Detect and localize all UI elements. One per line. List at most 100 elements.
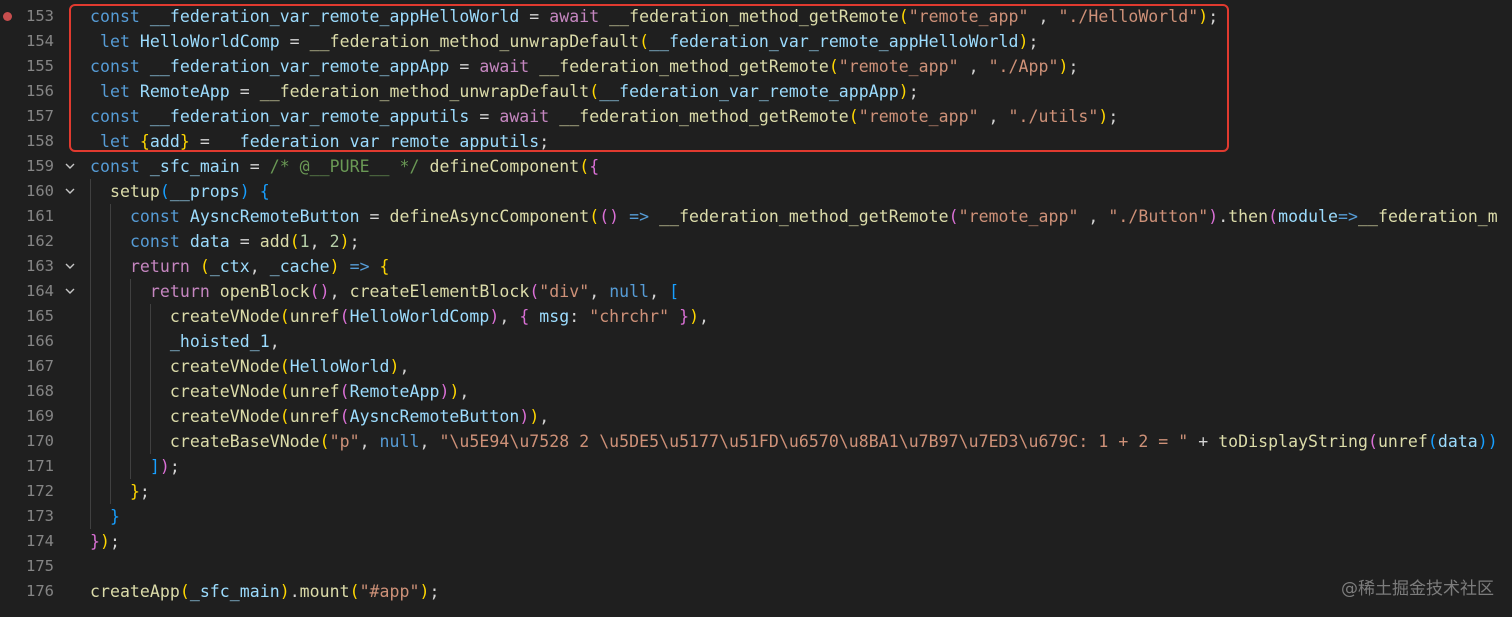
code-token: RemoteApp — [139, 82, 230, 101]
line-number: 173 — [26, 507, 54, 525]
code-line[interactable]: 168 createVNode(unref(RemoteApp)), — [0, 379, 1512, 404]
code-token: ) — [159, 457, 170, 476]
code-token: "./Button" — [1108, 207, 1209, 226]
chevron-down-icon[interactable] — [64, 185, 76, 197]
code-text: const AysncRemoteButton = defineAsyncCom… — [90, 204, 1498, 229]
code-token: ) — [689, 307, 700, 326]
code-token: ( — [319, 432, 330, 451]
line-number: 154 — [26, 32, 54, 50]
code-line[interactable]: 175 — [0, 554, 1512, 579]
code-token: openBlock — [219, 282, 310, 301]
code-line[interactable]: 171 ]); — [0, 454, 1512, 479]
code-token: return — [149, 282, 220, 301]
code-text: let HelloWorldComp = __federation_method… — [90, 29, 1038, 54]
code-token: { — [139, 132, 150, 151]
line-number: 163 — [26, 257, 54, 275]
code-token: ( — [848, 107, 859, 126]
code-token: + — [1188, 432, 1219, 451]
code-line[interactable]: 169 createVNode(unref(AysncRemoteButton)… — [0, 404, 1512, 429]
code-token: , — [269, 332, 280, 351]
code-token: AysncRemoteButton — [189, 207, 360, 226]
code-line[interactable]: 174}); — [0, 529, 1512, 554]
code-token: ) — [389, 357, 400, 376]
code-line[interactable]: 166 _hoisted_1, — [0, 329, 1512, 354]
code-line[interactable]: 164 return openBlock(), createElementBlo… — [0, 279, 1512, 304]
code-line[interactable]: 173 } — [0, 504, 1512, 529]
line-number: 169 — [26, 407, 54, 425]
line-number: 161 — [26, 207, 54, 225]
code-token: null — [379, 432, 420, 451]
indent-guide — [130, 279, 131, 479]
chevron-down-icon[interactable] — [64, 285, 76, 297]
breakpoint-icon[interactable] — [3, 12, 12, 21]
code-token: ) — [529, 407, 540, 426]
code-token: "./HelloWorld" — [1058, 7, 1199, 26]
code-line[interactable]: 167 createVNode(HelloWorld), — [0, 354, 1512, 379]
line-number: 164 — [26, 282, 54, 300]
code-token: defineAsyncComponent — [389, 207, 590, 226]
code-token: ( — [529, 282, 540, 301]
code-token: ( — [199, 257, 210, 276]
chevron-down-icon[interactable] — [64, 260, 76, 272]
code-token: __federation_method_getRemote — [609, 7, 899, 26]
code-line[interactable]: 161 const AysncRemoteButton = defineAsyn… — [0, 204, 1512, 229]
code-token: "./utils" — [1008, 107, 1099, 126]
code-token: defineComponent — [429, 157, 580, 176]
code-text: return (_ctx, _cache) => { — [90, 254, 390, 279]
code-line[interactable]: 155 const __federation_var_remote_appApp … — [0, 54, 1512, 79]
code-line[interactable]: 176 createApp(_sfc_main).mount("#app"); — [0, 579, 1512, 604]
code-line[interactable]: 162 const data = add(1, 2); — [0, 229, 1512, 254]
code-token: /* @__PURE__ */ — [269, 157, 420, 176]
code-token: createApp — [90, 582, 180, 601]
code-token: let — [99, 132, 140, 151]
code-token: let — [99, 82, 140, 101]
code-token: ; — [908, 82, 919, 101]
code-token: createBaseVNode — [169, 432, 320, 451]
code-token: } — [179, 132, 190, 151]
code-token: await — [479, 57, 540, 76]
code-text: _hoisted_1, — [90, 329, 280, 354]
code-line[interactable]: 160 setup(__props) { — [0, 179, 1512, 204]
code-token: HelloWorldComp — [139, 32, 280, 51]
code-token: = — [189, 132, 220, 151]
code-token: = — [519, 7, 550, 26]
code-token: const — [90, 7, 150, 26]
code-line[interactable]: 153 const __federation_var_remote_appHell… — [0, 4, 1512, 29]
code-editor[interactable]: 153 const __federation_var_remote_appHell… — [0, 0, 1512, 617]
code-line[interactable]: 172 }; — [0, 479, 1512, 504]
code-line[interactable]: 170 createBaseVNode("p", null, "\u5E94\u… — [0, 429, 1512, 454]
code-token: __federation_var_remote_appHelloWorld — [649, 32, 1019, 51]
code-token: 2 — [329, 232, 340, 251]
code-token: ) — [1098, 107, 1109, 126]
code-token: then — [1228, 207, 1269, 226]
code-text: setup(__props) { — [90, 179, 270, 204]
code-token: ; — [539, 132, 550, 151]
code-token: = — [469, 107, 500, 126]
code-token: = — [229, 232, 260, 251]
code-token: , — [499, 307, 520, 326]
code-token: } — [90, 532, 100, 551]
code-line[interactable]: 159 const _sfc_main = /* @__PURE__ */ def… — [0, 154, 1512, 179]
line-number: 176 — [26, 582, 54, 600]
code-line[interactable]: 156 let RemoteApp = __federation_method_… — [0, 79, 1512, 104]
code-token: __federation_method_getRemote — [659, 207, 949, 226]
line-number: 157 — [26, 107, 54, 125]
code-token: __federation_method_unwrapDefault — [259, 82, 590, 101]
code-line[interactable]: 157 const __federation_var_remote_apputil… — [0, 104, 1512, 129]
code-line[interactable]: 158 let {add} = __federation_var_remote_… — [0, 129, 1512, 154]
code-token: createVNode — [169, 382, 280, 401]
code-token: } — [129, 482, 140, 501]
code-token: ( — [289, 232, 300, 251]
code-line[interactable]: 165 createVNode(unref(HelloWorldComp), {… — [0, 304, 1512, 329]
code-line[interactable]: 154 let HelloWorldComp = __federation_me… — [0, 29, 1512, 54]
chevron-down-icon[interactable] — [64, 160, 76, 172]
code-token: , — [589, 282, 610, 301]
code-line[interactable]: 163 return (_ctx, _cache) => { — [0, 254, 1512, 279]
code-token: ( — [1367, 432, 1378, 451]
line-number: 168 — [26, 382, 54, 400]
code-token: ) — [449, 382, 460, 401]
code-token: , — [539, 407, 550, 426]
